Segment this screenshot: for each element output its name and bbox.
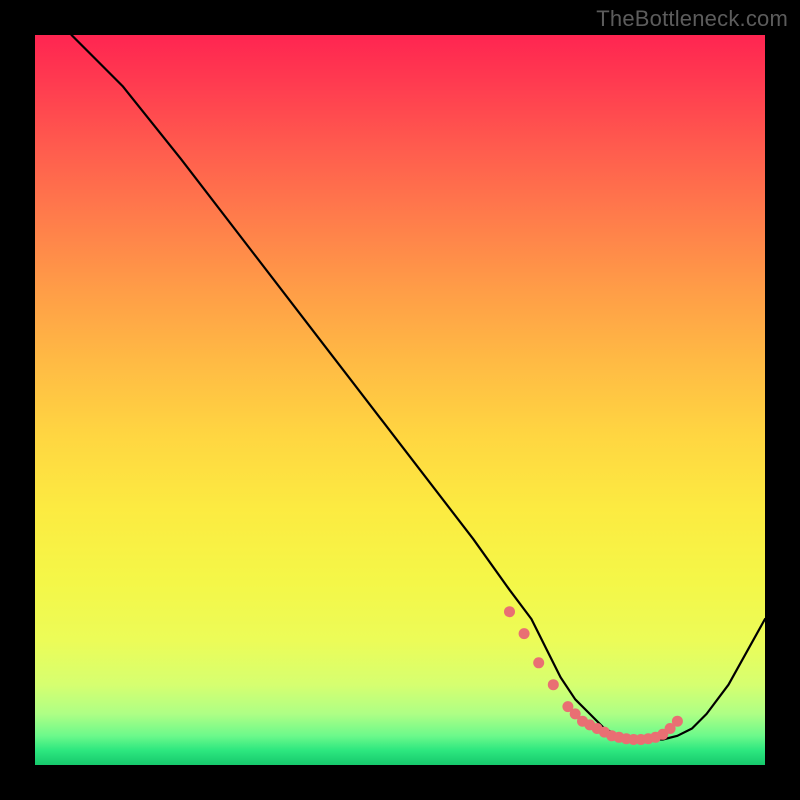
chart-frame: TheBottleneck.com	[0, 0, 800, 800]
highlight-dot	[533, 657, 544, 668]
highlight-dots	[504, 606, 683, 745]
highlight-dot	[672, 716, 683, 727]
plot-area	[35, 35, 765, 765]
chart-svg	[35, 35, 765, 765]
highlight-dot	[519, 628, 530, 639]
highlight-dot	[504, 606, 515, 617]
highlight-dot	[548, 679, 559, 690]
watermark-text: TheBottleneck.com	[596, 6, 788, 32]
bottleneck-curve	[72, 35, 766, 740]
